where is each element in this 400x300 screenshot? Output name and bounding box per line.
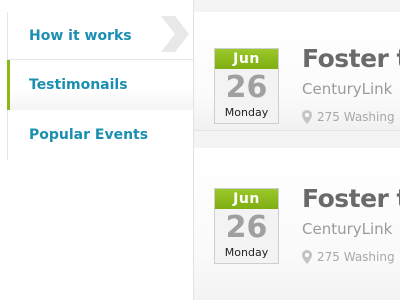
calendar-day: 26	[225, 70, 268, 105]
sidebar-item-label: Popular Events	[29, 127, 149, 143]
sidebar-item-testimonials[interactable]: Testimonails	[7, 60, 193, 110]
event-address: 275 Washing	[302, 250, 395, 264]
event-title[interactable]: Foster t	[302, 184, 400, 213]
event-card[interactable]: Jun 26 Monday Foster t CenturyLink 275 W…	[194, 12, 400, 131]
calendar-date-badge: Jun 26 Monday	[214, 48, 279, 124]
sidebar-item-how-it-works[interactable]: How it works	[7, 12, 193, 60]
calendar-date-badge: Jun 26 Monday	[214, 188, 279, 264]
chevron-right-icon	[161, 16, 189, 52]
calendar-weekday: Monday	[224, 106, 269, 119]
event-organization: CenturyLink	[302, 80, 393, 98]
calendar-month: Jun	[215, 189, 278, 209]
event-title[interactable]: Foster t	[302, 44, 400, 73]
sidebar-item-label: Testimonails	[29, 77, 128, 93]
sidebar-nav: How it works Testimonails Popular Events	[0, 0, 194, 300]
calendar-day: 26	[225, 210, 268, 245]
map-pin-icon	[302, 110, 312, 124]
event-address-text: 275 Washing	[317, 250, 395, 264]
calendar-month: Jun	[215, 49, 278, 69]
event-address-text: 275 Washing	[317, 110, 395, 124]
event-card[interactable]: Jun 26 Monday Foster t CenturyLink 275 W…	[194, 148, 400, 300]
events-list: Jun 26 Monday Foster t CenturyLink 275 W…	[194, 0, 400, 300]
sidebar-item-label: How it works	[29, 28, 132, 44]
event-address: 275 Washing	[302, 110, 395, 124]
event-organization: CenturyLink	[302, 220, 393, 238]
map-pin-icon	[302, 250, 312, 264]
sidebar-item-popular-events[interactable]: Popular Events	[7, 110, 193, 160]
calendar-weekday: Monday	[224, 246, 269, 259]
